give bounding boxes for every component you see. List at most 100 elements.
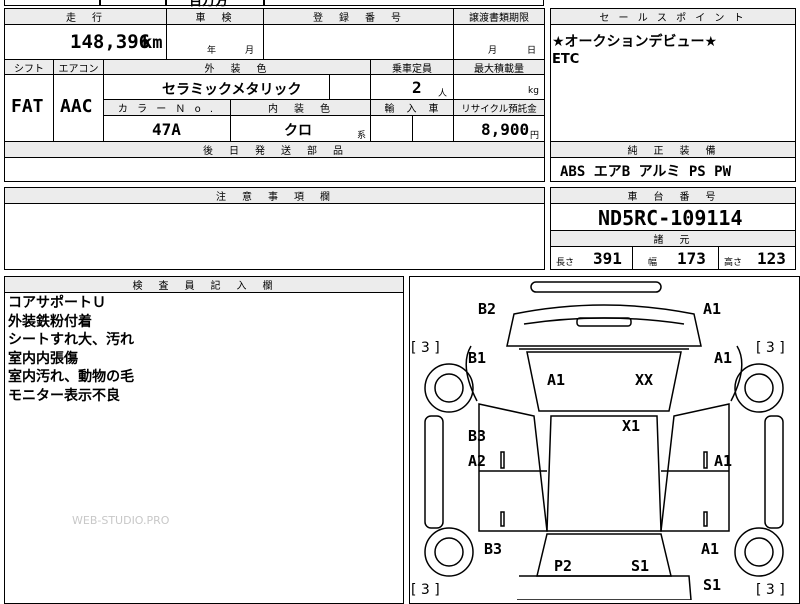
- front-bumper-shape: [530, 281, 662, 293]
- inspector-line: 室内汚れ、動物の毛: [8, 369, 135, 385]
- ac-value: AAC: [60, 96, 93, 117]
- inspector-line: 外装鉄粉付着: [8, 313, 92, 330]
- registration-cell: [263, 24, 454, 60]
- mark-s1-right: S1: [703, 576, 722, 594]
- right-side-panel: [764, 415, 784, 529]
- notes-body: [4, 203, 545, 270]
- after-parts-cell: [4, 157, 545, 182]
- left-door-handle-2: [500, 511, 505, 527]
- recycle-value: 8,900: [481, 120, 530, 139]
- recycle-header: リサイクル預託金: [453, 99, 545, 116]
- mark-a2: A2: [468, 452, 487, 470]
- ac-header: エアコン: [53, 59, 104, 75]
- spec-width-cell: [632, 246, 719, 270]
- inspector-header: 検 査 員 記 入 欄: [4, 276, 404, 293]
- right-door-handle: [703, 451, 708, 469]
- left-door-shape: [478, 403, 548, 532]
- top-strip-cell-1: [4, 0, 100, 6]
- bonnet-line: [523, 317, 685, 325]
- front-right-wheel-hub: [744, 373, 774, 403]
- watermark: WEB-STUDIO.PRO: [72, 514, 170, 527]
- spec-length-label: 長さ: [556, 258, 575, 268]
- spec-width-label: 幅: [648, 258, 658, 268]
- transfer-day-unit: 日: [527, 46, 537, 56]
- after-parts-header: 後 日 発 送 部 品: [4, 141, 545, 158]
- transfer-deadline-header: 譲渡書類期限: [453, 8, 545, 25]
- front-left-wheel: [424, 363, 474, 413]
- right-door-handle-2: [703, 511, 708, 527]
- rear-deck-shape: [517, 575, 692, 600]
- roof-shape: [546, 415, 662, 532]
- mark-b2: B2: [478, 300, 497, 318]
- inspector-line: 室内内張傷: [8, 350, 78, 367]
- mark-a1-right-1: A1: [714, 349, 733, 367]
- tire-rear-right: [ 3 ]: [756, 582, 785, 598]
- recycle-unit: 円: [530, 131, 540, 141]
- spec-length-value: 391: [593, 249, 622, 268]
- mark-p2: P2: [554, 557, 573, 575]
- rear-left-wheel: [424, 527, 474, 577]
- top-strip-cell-2: [100, 0, 166, 6]
- spec-width-value: 173: [677, 249, 706, 268]
- mark-b3-left: B3: [468, 427, 487, 445]
- grille-detail: [576, 317, 632, 327]
- spec-height-label: 高さ: [724, 258, 743, 268]
- import-header: 輸 入 車: [370, 99, 454, 116]
- max-load-unit: kg: [528, 86, 539, 96]
- capacity-header: 乗車定員: [370, 59, 454, 75]
- tire-front-right: [ 3 ]: [756, 340, 785, 356]
- rear-left-wheel-hub: [434, 537, 464, 567]
- max-load-header: 最大積載量: [453, 59, 545, 75]
- equipment-items: ABS エアB アルミ PS PW: [560, 164, 732, 180]
- tire-front-left: [ 3 ]: [411, 340, 440, 356]
- inspector-line: モニター表示不良: [8, 387, 120, 404]
- capacity-value: 2: [412, 78, 422, 97]
- mark-a1-top-right: A1: [703, 300, 722, 318]
- interior-value: クロ: [284, 123, 312, 139]
- mark-b1: B1: [468, 349, 487, 367]
- mileage-value: 148,396: [70, 31, 151, 53]
- exterior-color-header: 外 装 色: [103, 59, 371, 75]
- mark-xx: XX: [635, 371, 654, 389]
- color-no-header: カ ラ ー Ｎ o .: [103, 99, 231, 116]
- exterior-color-extra-cell: [329, 74, 371, 100]
- inspector-line: シートすれ大、汚れ: [8, 332, 134, 348]
- equipment-header: 純 正 装 備: [550, 141, 796, 158]
- exterior-color-value: セラミックメタリック: [162, 82, 302, 98]
- sales-point-line-1: ★オークションデビュー★: [552, 34, 718, 50]
- import-cell-2: [412, 115, 454, 142]
- notes-header: 注 意 事 項 欄: [4, 187, 545, 204]
- front-right-wheel: [734, 363, 784, 413]
- left-door-handle: [500, 451, 505, 469]
- chassis-number: ND5RC-109114: [598, 206, 743, 230]
- top-strip-cell-4: [264, 0, 544, 6]
- spec-height-value: 123: [757, 249, 786, 268]
- shift-value: FAT: [11, 96, 44, 117]
- inspector-line: コアサポートＵ: [8, 295, 106, 311]
- mark-a1-bottom-right: A1: [701, 540, 720, 558]
- rear-right-wheel-hub: [744, 537, 774, 567]
- inspection-month-unit: 月: [245, 46, 255, 56]
- mark-s1-center: S1: [631, 557, 650, 575]
- front-left-wheel-hub: [434, 373, 464, 403]
- interior-unit: 系: [357, 131, 367, 141]
- transfer-month-unit: 月: [488, 46, 498, 56]
- interior-header: 内 装 色: [230, 99, 371, 116]
- specs-header: 諸 元: [550, 230, 796, 247]
- left-side-panel: [424, 415, 444, 529]
- top-strip-cell-3: 百万方: [166, 0, 264, 9]
- mileage-header: 走 行: [4, 8, 167, 25]
- mark-a1-right-2: A1: [714, 452, 733, 470]
- registration-header: 登 録 番 号: [263, 8, 454, 25]
- inspection-year-unit: 年: [207, 46, 217, 56]
- mark-b3-bottom-left: B3: [484, 540, 503, 558]
- sales-point-line-2: ETC: [552, 52, 580, 67]
- rear-right-wheel: [734, 527, 784, 577]
- sales-point-header: セ ー ル ス ポ イ ン ト: [550, 8, 796, 25]
- mileage-unit: km: [142, 33, 163, 53]
- color-no-value: 47A: [152, 120, 181, 139]
- shift-header: シフト: [4, 59, 54, 75]
- mark-x1: X1: [622, 417, 641, 435]
- mark-a1-center: A1: [547, 371, 566, 389]
- capacity-unit: 人: [438, 89, 448, 99]
